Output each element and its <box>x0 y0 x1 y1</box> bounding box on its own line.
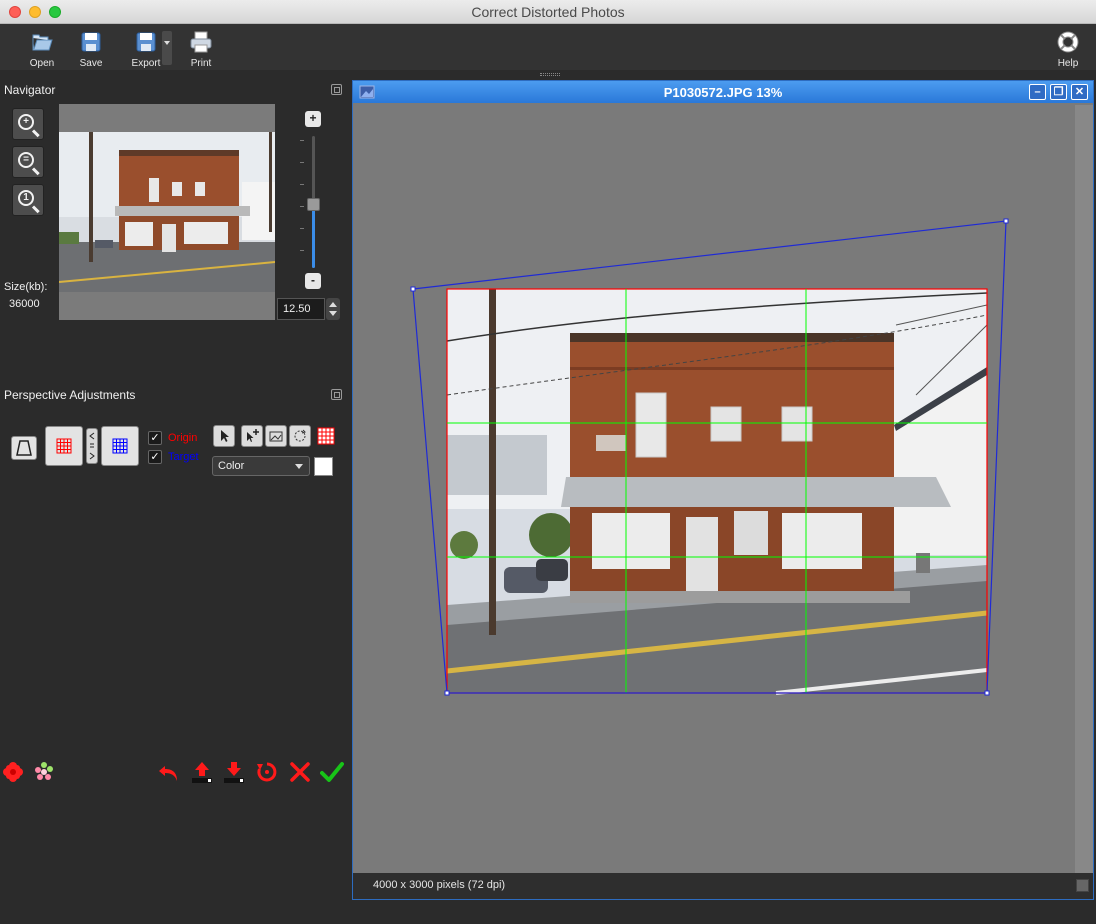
target-label: Target <box>168 451 199 463</box>
mode-select-value: Color <box>218 460 245 472</box>
corner-handle-top-right[interactable] <box>1003 218 1009 224</box>
printer-icon <box>190 31 212 53</box>
grid-color-button[interactable] <box>315 425 337 447</box>
title-bar: Correct Distorted Photos <box>0 0 1096 24</box>
add-point-icon <box>247 429 259 442</box>
thumbnail-photo <box>59 132 275 292</box>
window-title: Correct Distorted Photos <box>471 4 625 20</box>
red-flower-icon[interactable] <box>1 760 25 784</box>
zoom-in-button[interactable]: + <box>12 108 44 140</box>
download-icon[interactable] <box>222 760 246 784</box>
zoom-actual-size-icon: 1 <box>18 190 34 206</box>
image-window-title-bar[interactable]: P1030572.JPG 13% – ❐ ✕ <box>353 81 1093 103</box>
canvas-drawing <box>410 218 1009 696</box>
navigator-detach-icon[interactable] <box>331 84 342 95</box>
vertical-scrollbar[interactable] <box>1075 105 1093 873</box>
slider-zoom-in-button[interactable]: + <box>305 111 321 127</box>
select-tool-button[interactable] <box>213 425 235 447</box>
picture-icon <box>269 431 283 442</box>
photo <box>446 289 988 695</box>
image-tool-button[interactable] <box>265 425 287 447</box>
perspective-title: Perspective Adjustments <box>4 388 136 402</box>
print-button[interactable]: Print <box>179 30 223 69</box>
minimize-image-window-button[interactable]: – <box>1029 84 1046 100</box>
size-kb-label: Size(kb): <box>4 281 48 293</box>
toolbar-resize-grip[interactable] <box>540 73 560 76</box>
swap-arrows-icon <box>89 432 95 460</box>
size-kb-value: 36000 <box>9 298 40 310</box>
zoom-actual-size-button[interactable]: 1 <box>12 184 44 216</box>
image-dimensions-text: 4000 x 3000 pixels (72 dpi) <box>373 879 506 891</box>
zoom-slider-fill <box>312 210 315 268</box>
navigator-thumbnail[interactable] <box>59 104 275 320</box>
image-canvas[interactable] <box>356 105 1074 873</box>
red-grid-color-icon <box>317 427 335 445</box>
image-status-bar: 4000 x 3000 pixels (72 dpi) <box>353 873 1093 899</box>
rotate-icon <box>294 429 306 442</box>
target-checkbox[interactable]: ✓ <box>148 450 162 464</box>
reset-icon[interactable] <box>255 760 279 784</box>
corner-handle-bottom-right[interactable] <box>984 690 990 696</box>
zoom-value-input[interactable]: 12.50 <box>277 298 325 320</box>
swap-grids-button[interactable] <box>86 428 98 464</box>
slider-zoom-out-button[interactable]: - <box>305 273 321 289</box>
help-button[interactable]: Help <box>1046 30 1090 69</box>
zoom-in-icon: + <box>18 114 34 130</box>
export-dropdown-button[interactable] <box>162 31 172 65</box>
zoom-slider-thumb[interactable] <box>307 198 320 211</box>
blue-grid-icon <box>112 438 128 454</box>
red-grid-icon <box>56 438 72 454</box>
target-grid-button[interactable] <box>101 426 139 466</box>
zoom-value-stepper[interactable] <box>326 298 340 320</box>
apply-checkmark-icon[interactable] <box>320 760 344 784</box>
rotate-tool-button[interactable] <box>289 425 311 447</box>
close-image-window-button[interactable]: ✕ <box>1071 84 1088 100</box>
save-button[interactable]: Save <box>69 30 113 69</box>
mode-select[interactable]: Color <box>212 456 310 476</box>
help-label: Help <box>1057 58 1079 69</box>
add-point-tool-button[interactable] <box>241 425 263 447</box>
arrow-pointer-icon <box>221 430 229 442</box>
open-button[interactable]: Open <box>20 30 64 69</box>
perspective-detach-icon[interactable] <box>331 389 342 400</box>
open-label: Open <box>29 58 55 69</box>
restore-image-window-button[interactable]: ❐ <box>1050 84 1067 100</box>
cancel-x-icon[interactable] <box>288 760 312 784</box>
origin-checkbox[interactable]: ✓ <box>148 431 162 445</box>
perspective-mode-button[interactable] <box>11 436 37 460</box>
zoom-fit-button[interactable]: = <box>12 146 44 178</box>
fill-color-swatch[interactable] <box>314 457 333 476</box>
image-window: P1030572.JPG 13% – ❐ ✕ 4000 x 3000 pixel… <box>352 80 1094 900</box>
export-icon <box>136 32 156 52</box>
navigator-title: Navigator <box>4 83 56 97</box>
origin-label: Origin <box>168 432 198 444</box>
corner-handle-bottom-left[interactable] <box>444 690 450 696</box>
lifebuoy-help-icon <box>1057 31 1079 53</box>
green-pink-flower-icon[interactable] <box>32 760 56 784</box>
open-icon <box>32 34 53 51</box>
save-icon <box>81 32 101 52</box>
upload-icon[interactable] <box>190 760 214 784</box>
corner-handle-top-left[interactable] <box>410 286 416 292</box>
resize-handle[interactable] <box>1076 879 1089 892</box>
origin-grid-button[interactable] <box>45 426 83 466</box>
undo-icon[interactable] <box>157 760 181 784</box>
slider-ticks <box>300 140 304 264</box>
image-window-title: P1030572.JPG 13% <box>663 85 783 100</box>
print-label: Print <box>190 58 212 69</box>
trapezoid-icon <box>16 440 32 456</box>
zoom-fit-icon: = <box>18 152 34 168</box>
chevron-down-icon <box>295 464 303 469</box>
save-label: Save <box>79 58 103 69</box>
